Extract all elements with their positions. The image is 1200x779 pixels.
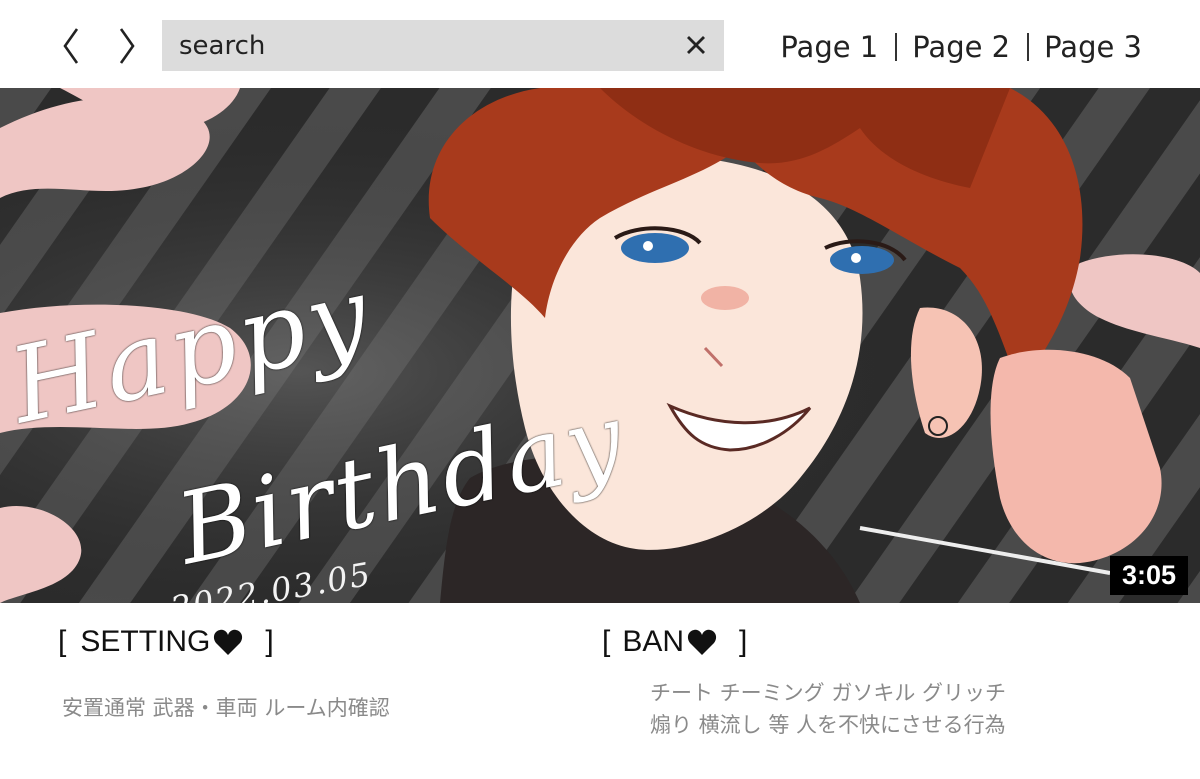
chevron-right-icon [119, 28, 135, 64]
heart-icon [687, 629, 717, 655]
search-bar [162, 20, 724, 71]
page-2-link[interactable]: Page 2 [912, 30, 1010, 64]
back-button[interactable] [56, 22, 86, 70]
chevron-left-icon [63, 28, 79, 64]
pagination: Page 1 Page 2 Page 3 [780, 28, 1142, 66]
search-input[interactable] [162, 20, 724, 71]
bracket-open: [ [602, 625, 611, 658]
video-thumbnail[interactable]: Happy Birthday 2022.03.05 3:05 [0, 88, 1200, 603]
bracket-close: ] [265, 625, 274, 658]
bracket-close: ] [739, 625, 748, 658]
page-3-link[interactable]: Page 3 [1044, 30, 1142, 64]
ban-line-1: チート チーミング ガソキル グリッチ [650, 681, 1007, 705]
setting-label: SETTING [80, 625, 211, 658]
bracket-open: [ [58, 625, 67, 658]
page-1-link[interactable]: Page 1 [780, 30, 878, 64]
duration-badge: 3:05 [1109, 556, 1188, 595]
ban-heading: [ BAN ] [602, 625, 747, 659]
setting-heading: [ SETTING ] [58, 625, 274, 659]
divider [1027, 33, 1030, 61]
close-icon[interactable] [684, 33, 708, 57]
ban-label: BAN [622, 625, 685, 658]
forward-button[interactable] [112, 22, 142, 70]
divider [895, 33, 898, 61]
heart-icon [214, 629, 243, 655]
ban-description: チート チーミング ガソキル グリッチ 煽り 横流し 等 人を不快にさせる行為 [650, 677, 1006, 741]
setting-description: 安置通常 武器・車両 ルーム内確認 [62, 696, 390, 720]
ban-line-2: 煽り 横流し 等 人を不快にさせる行為 [650, 713, 1006, 737]
